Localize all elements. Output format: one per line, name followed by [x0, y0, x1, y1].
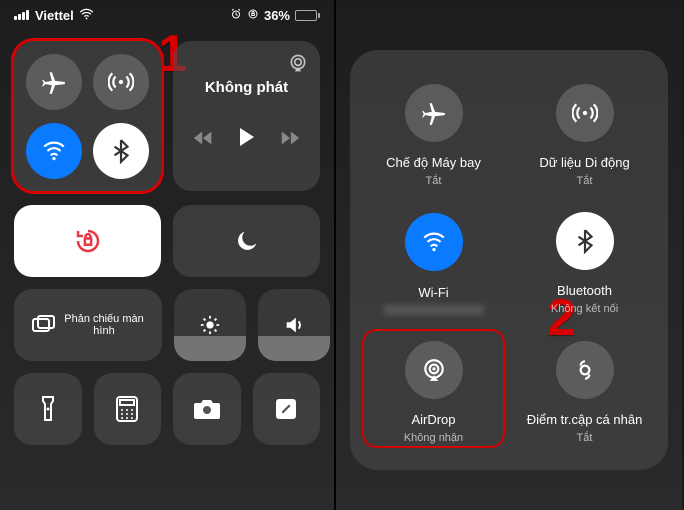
alarm-icon: [230, 8, 242, 23]
brightness-slider[interactable]: [174, 289, 246, 361]
volume-slider[interactable]: [258, 289, 330, 361]
screen-mirror-icon: [32, 315, 56, 335]
battery-icon: [295, 10, 320, 21]
airplane-icon: [41, 69, 67, 95]
airdrop-sub: Không nhận: [404, 432, 463, 444]
music-title: Không phát: [205, 79, 288, 96]
airdrop-title: AirDrop: [411, 412, 455, 427]
cellular-icon: [108, 69, 134, 95]
wifi-toggle[interactable]: [26, 123, 82, 179]
rotation-lock-icon: [73, 226, 103, 256]
hotspot-title: Điểm tr.cập cá nhân: [527, 412, 643, 427]
airplane-icon: [421, 100, 447, 126]
volume-icon: [283, 314, 305, 336]
previous-track-button[interactable]: [193, 127, 215, 153]
wifi-control[interactable]: Wi-Fi: [362, 201, 505, 320]
flashlight-icon: [41, 395, 55, 423]
cellular-data-toggle[interactable]: [93, 54, 149, 110]
moon-icon: [233, 227, 261, 255]
cellular-sub: Tắt: [577, 175, 593, 187]
hotspot-control[interactable]: Điểm tr.cập cá nhân Tắt: [513, 329, 656, 448]
bluetooth-icon: [108, 138, 134, 164]
calculator-icon: [116, 396, 138, 422]
battery-percent: 36%: [264, 8, 290, 23]
airdrop-icon: [421, 357, 447, 383]
carrier-name: Viettel: [35, 8, 74, 23]
wifi-icon: [421, 229, 447, 255]
bluetooth-control[interactable]: Bluetooth Không kết nối: [513, 201, 656, 320]
signal-bars-icon: [14, 8, 30, 23]
camera-icon: [193, 398, 221, 420]
do-not-disturb-toggle[interactable]: [173, 205, 320, 277]
notes-button[interactable]: [253, 373, 321, 445]
calculator-button[interactable]: [94, 373, 162, 445]
music-tile[interactable]: Không phát: [173, 41, 320, 191]
lock-icon: [247, 8, 259, 23]
rotation-lock-toggle[interactable]: [14, 205, 161, 277]
cellular-title: Dữ liệu Di động: [539, 155, 629, 170]
wifi-status-icon: [79, 8, 94, 23]
flashlight-button[interactable]: [14, 373, 82, 445]
play-button[interactable]: [237, 126, 257, 154]
cellular-control[interactable]: Dữ liệu Di động Tắt: [513, 72, 656, 191]
brightness-icon: [199, 314, 221, 336]
cellular-icon: [572, 100, 598, 126]
wifi-title: Wi-Fi: [418, 285, 448, 300]
airplay-icon[interactable]: [288, 53, 308, 78]
hotspot-sub: Tắt: [577, 432, 593, 444]
bluetooth-toggle[interactable]: [93, 123, 149, 179]
airdrop-control[interactable]: AirDrop Không nhận: [362, 329, 505, 448]
wifi-sub: [384, 305, 484, 315]
notes-icon: [274, 397, 298, 421]
camera-button[interactable]: [173, 373, 241, 445]
screen-mirroring-button[interactable]: Phản chiếu màn hình: [14, 289, 162, 361]
next-track-button[interactable]: [279, 127, 301, 153]
airplane-sub: Tắt: [426, 175, 442, 187]
bluetooth-icon: [572, 228, 598, 254]
connectivity-expanded: Chế độ Máy bay Tắt Dữ liệu Di động Tắt W…: [350, 50, 668, 470]
screen-mirroring-label: Phản chiếu màn hình: [64, 313, 144, 337]
airplane-mode-control[interactable]: Chế độ Máy bay Tắt: [362, 72, 505, 191]
airplane-title: Chế độ Máy bay: [386, 155, 481, 170]
wifi-icon: [41, 138, 67, 164]
status-bar: Viettel 36%: [0, 0, 334, 27]
airplane-mode-toggle[interactable]: [26, 54, 82, 110]
connectivity-tile[interactable]: [14, 41, 161, 191]
hotspot-icon: [572, 357, 598, 383]
bluetooth-sub: Không kết nối: [551, 303, 618, 315]
bluetooth-title: Bluetooth: [557, 283, 612, 298]
